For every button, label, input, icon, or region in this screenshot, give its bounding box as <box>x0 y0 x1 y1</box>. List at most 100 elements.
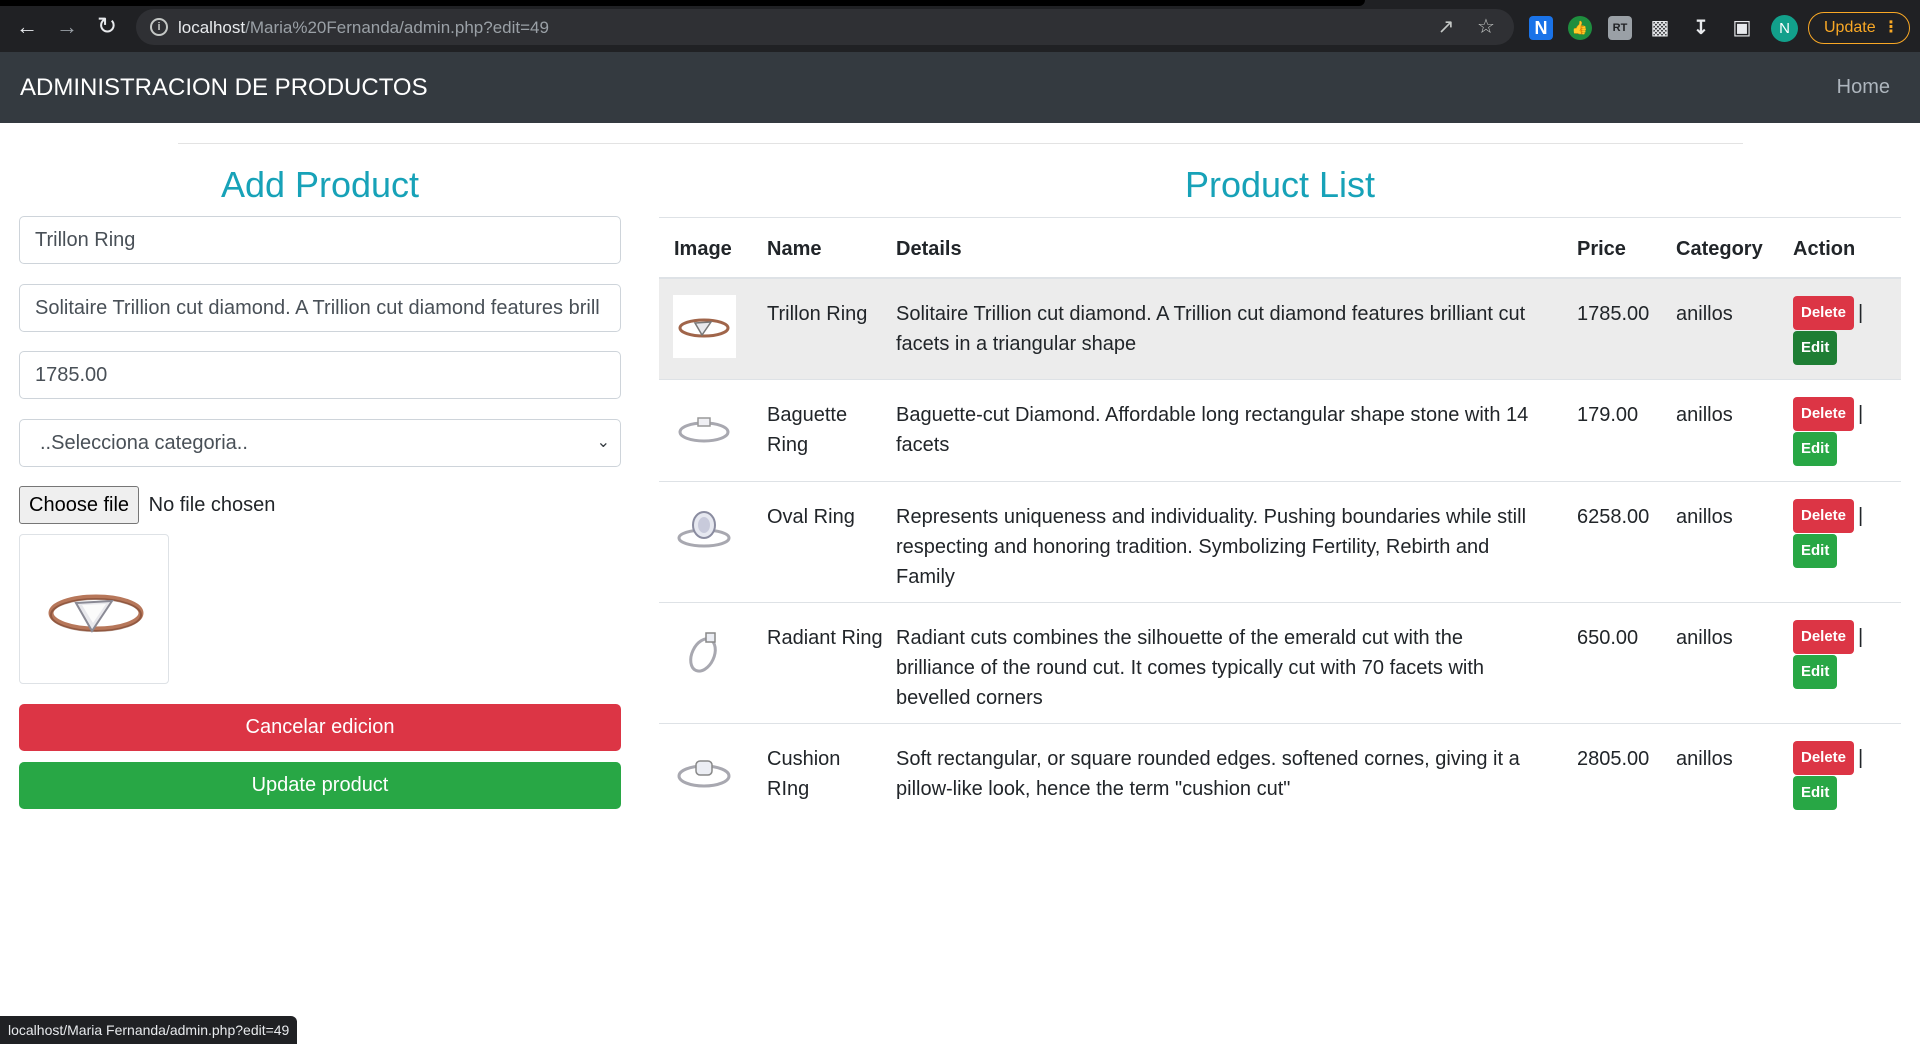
product-details: Baguette-cut Diamond. Affordable long re… <box>896 404 1529 456</box>
choose-file-button[interactable]: Choose file <box>19 486 140 524</box>
reload-icon[interactable]: ↻ <box>94 14 120 40</box>
trillion-ring-image <box>48 594 144 633</box>
trillion-ring-thumb <box>678 318 730 338</box>
edit-button[interactable]: Edit <box>1793 534 1838 568</box>
forward-arrow-icon[interactable]: → <box>54 14 80 40</box>
product-price-input[interactable]: 1785.00 <box>19 351 621 399</box>
extension-thumb-icon[interactable]: 👍 <box>1568 16 1592 40</box>
bookmark-star-icon[interactable]: ☆ <box>1474 15 1498 39</box>
edit-button[interactable]: Edit <box>1793 776 1838 810</box>
add-product-title: Add Product <box>220 164 420 205</box>
edit-button[interactable]: Edit <box>1793 655 1838 689</box>
product-thumbnail <box>673 396 736 459</box>
product-thumbnail <box>673 619 736 682</box>
category-select[interactable]: ..Selecciona categoria.. ⌄ <box>19 419 621 467</box>
product-name: Trillon Ring <box>767 303 868 325</box>
file-status-text: No file chosen <box>148 493 276 516</box>
address-bar[interactable]: i localhost/Maria%20Fernanda/admin.php?e… <box>136 9 1514 45</box>
extensions-puzzle-icon[interactable]: ▩ <box>1648 16 1672 40</box>
product-category: anillos <box>1676 404 1733 426</box>
row-actions: Delete | Edit <box>1793 296 1903 365</box>
nav-link-home[interactable]: Home <box>1837 76 1890 99</box>
product-name: Oval Ring <box>767 506 855 528</box>
app-navbar: ADMINISTRACION DE PRODUCTOS Home <box>0 52 1920 123</box>
kebab-menu-icon[interactable]: ⋮ <box>1883 13 1899 42</box>
category-selected-value: ..Selecciona categoria.. <box>40 432 248 454</box>
product-thumbnail <box>673 740 736 803</box>
table-row: Cushion RIng Soft rectangular, or square… <box>659 724 1901 825</box>
product-thumbnail <box>673 295 736 358</box>
action-separator: | <box>1858 747 1864 769</box>
product-category: anillos <box>1676 506 1733 528</box>
tab-strip <box>0 0 1365 6</box>
delete-button[interactable]: Delete <box>1793 499 1855 533</box>
product-name-input[interactable]: Trillon Ring <box>19 216 621 264</box>
row-actions: Delete | Edit <box>1793 499 1903 568</box>
product-details: Represents uniqueness and individuality.… <box>896 506 1527 588</box>
update-label: Update <box>1824 19 1876 36</box>
header-details: Details <box>896 238 962 260</box>
table-row: Radiant Ring Radiant cuts combines the s… <box>659 603 1901 724</box>
delete-button[interactable]: Delete <box>1793 397 1855 431</box>
radiant-ring-thumb <box>689 632 717 673</box>
table-row: Oval Ring Represents uniqueness and indi… <box>659 482 1901 603</box>
product-details-input[interactable]: Solitaire Trillion cut diamond. A Trilli… <box>19 284 621 332</box>
product-name: Cushion RIng <box>767 748 841 800</box>
table-row: Trillon Ring Solitaire Trillion cut diam… <box>659 279 1901 380</box>
header-price: Price <box>1577 238 1626 260</box>
file-input[interactable]: Choose file No file chosen <box>19 486 275 526</box>
product-category: anillos <box>1676 627 1733 649</box>
navbar-brand[interactable]: ADMINISTRACION DE PRODUCTOS <box>20 74 428 102</box>
profile-avatar[interactable]: N <box>1771 15 1798 42</box>
divider <box>178 143 1743 144</box>
oval-ring-thumb <box>677 511 731 548</box>
site-info-icon[interactable]: i <box>150 18 168 36</box>
action-separator: | <box>1858 505 1864 527</box>
product-price: 2805.00 <box>1577 748 1650 770</box>
product-category: anillos <box>1676 748 1733 770</box>
product-list-title: Product List <box>1184 164 1376 205</box>
product-price: 179.00 <box>1577 404 1639 426</box>
table-header: Image Name Details Price Category Action <box>659 217 1901 279</box>
download-icon[interactable]: ↧ <box>1689 16 1713 40</box>
product-details: Soft rectangular, or square rounded edge… <box>896 748 1520 800</box>
share-icon[interactable]: ↗ <box>1434 15 1458 39</box>
url-host: localhost <box>178 18 246 37</box>
row-actions: Delete | Edit <box>1793 741 1903 810</box>
delete-button[interactable]: Delete <box>1793 620 1855 654</box>
baguette-ring-thumb <box>678 417 730 443</box>
chevron-down-icon: ⌄ <box>596 434 610 451</box>
address-url[interactable]: localhost/Maria%20Fernanda/admin.php?edi… <box>178 18 549 38</box>
product-table: Image Name Details Price Category Action… <box>659 217 1901 825</box>
browser-update-button[interactable]: Update ⋮ <box>1808 12 1910 44</box>
product-thumbnail <box>673 498 736 561</box>
product-price: 650.00 <box>1577 627 1639 649</box>
edit-button[interactable]: Edit <box>1793 432 1838 466</box>
edit-button[interactable]: Edit <box>1793 331 1838 365</box>
product-details: Solitaire Trillion cut diamond. A Trilli… <box>896 303 1526 355</box>
action-separator: | <box>1858 403 1864 425</box>
update-product-button[interactable]: Update product <box>19 762 621 809</box>
product-name: Radiant Ring <box>767 627 883 649</box>
side-panel-icon[interactable]: ▣ <box>1730 16 1754 40</box>
extension-n-icon[interactable]: N <box>1529 16 1553 40</box>
delete-button[interactable]: Delete <box>1793 741 1855 775</box>
url-path: /Maria%20Fernanda/admin.php?edit=49 <box>245 18 549 37</box>
product-category: anillos <box>1676 303 1733 325</box>
row-actions: Delete | Edit <box>1793 397 1903 466</box>
table-row: Baguette Ring Baguette-cut Diamond. Affo… <box>659 380 1901 482</box>
product-price: 1785.00 <box>1577 303 1650 325</box>
action-separator: | <box>1858 302 1864 324</box>
header-image: Image <box>674 238 732 260</box>
product-name: Baguette Ring <box>767 404 848 456</box>
action-separator: | <box>1858 626 1864 648</box>
delete-button[interactable]: Delete <box>1793 296 1855 330</box>
row-actions: Delete | Edit <box>1793 620 1903 689</box>
header-action: Action <box>1793 238 1856 260</box>
back-arrow-icon[interactable]: ← <box>14 14 40 40</box>
browser-toolbar: ← → ↻ i localhost/Maria%20Fernanda/admin… <box>0 0 1920 52</box>
header-name: Name <box>767 238 822 260</box>
extension-rt-icon[interactable]: RT <box>1608 16 1632 40</box>
cancel-edit-button[interactable]: Cancelar edicion <box>19 704 621 751</box>
header-category: Category <box>1676 238 1763 260</box>
